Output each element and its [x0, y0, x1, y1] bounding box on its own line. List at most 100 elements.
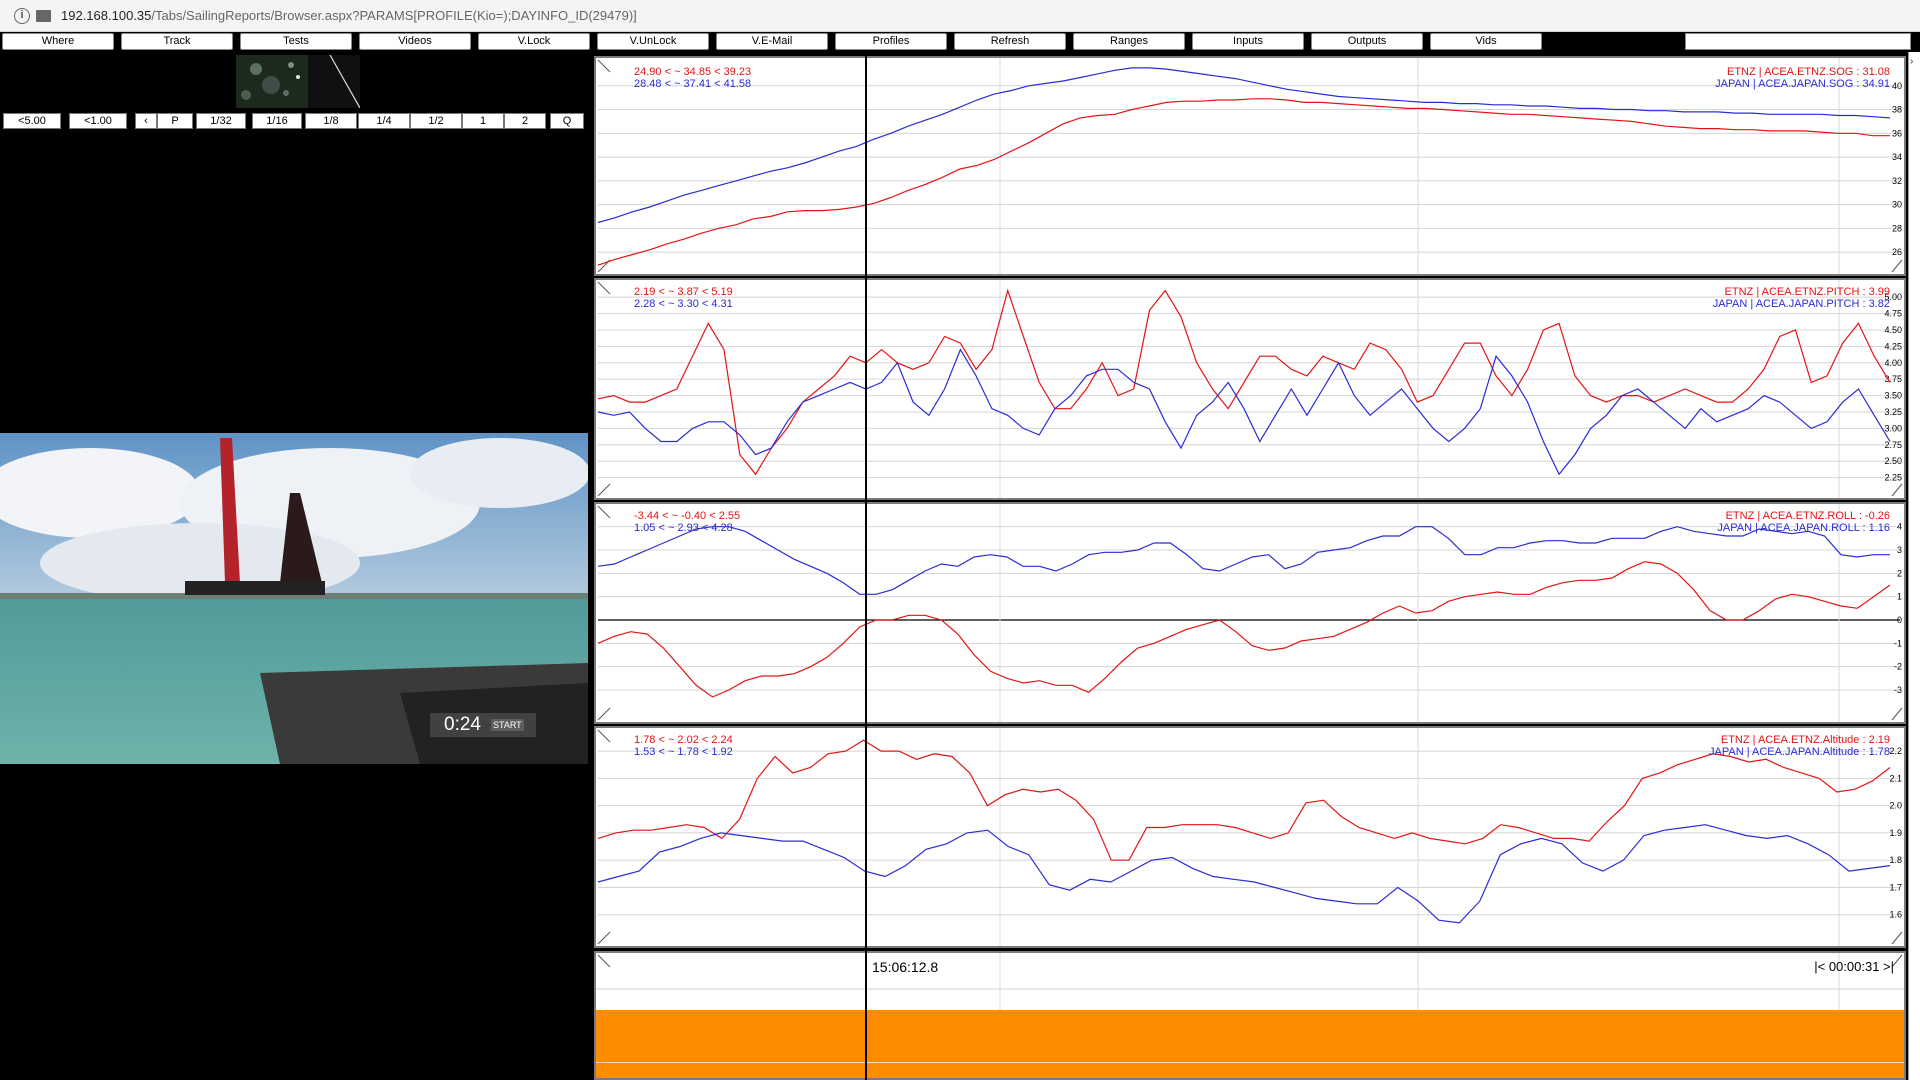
- url-path: /Tabs/SailingReports/Browser.aspx?PARAMS…: [151, 8, 637, 23]
- speed-1-8-button[interactable]: 1/8: [305, 113, 357, 129]
- menu-tests[interactable]: Tests: [240, 33, 352, 50]
- speed-2-button[interactable]: 2: [504, 113, 546, 129]
- y-tick-label: 1.9: [1889, 828, 1902, 838]
- quit-button[interactable]: Q: [550, 113, 584, 129]
- y-tick-label: 4.50: [1884, 325, 1902, 335]
- menu-ranges[interactable]: Ranges: [1073, 33, 1185, 50]
- track-map-thumbnail[interactable]: [236, 54, 361, 109]
- corner-mark: [1891, 707, 1903, 721]
- y-tick-label: 1.7: [1889, 882, 1902, 892]
- y-tick-label: 38: [1892, 105, 1902, 115]
- etnz-pitch-label: ETNZ | ACEA.ETNZ.PITCH : 3.99: [1724, 286, 1890, 298]
- roll-chart[interactable]: 4 3 2 1 0 -1 -2 -3 -3.44 < ~ -0.40 < 2.55 1.05 …: [594, 502, 1906, 724]
- corner-mark: [597, 483, 611, 497]
- y-tick-label: 3.75: [1884, 374, 1902, 384]
- sog-chart-svg: 40 38 36 34 32 30 28 26: [597, 58, 1903, 274]
- speed-1-32-button[interactable]: 1/32: [196, 113, 246, 129]
- timeline-panel[interactable]: 15:06:12.8 |< 00:00:31 >|: [594, 951, 1906, 1080]
- corner-mark: [597, 505, 611, 519]
- menu-refresh[interactable]: Refresh: [954, 33, 1066, 50]
- corner-mark: [597, 281, 611, 295]
- menu-profiles[interactable]: Profiles: [835, 33, 947, 50]
- y-tick-label: 4: [1897, 522, 1902, 532]
- y-tick-label: 2.50: [1884, 456, 1902, 466]
- pitch-chart-svg: 5.004.754.504.254.003.753.503.253.002.75…: [597, 280, 1903, 498]
- timeline-range-bar[interactable]: [596, 1010, 1904, 1078]
- corner-mark: [597, 729, 611, 743]
- menu-vunlock[interactable]: V.UnLock: [597, 33, 709, 50]
- pause-button[interactable]: P: [157, 113, 193, 129]
- scroll-arrow-icon: ›: [1910, 56, 1914, 67]
- y-tick-label: -3: [1894, 685, 1902, 695]
- y-tick-label: 34: [1892, 152, 1902, 162]
- time-cursor-line[interactable]: [865, 56, 867, 1080]
- speed-1-button[interactable]: 1: [462, 113, 504, 129]
- y-tick-label: 1.8: [1889, 855, 1902, 865]
- corner-mark: [597, 59, 611, 73]
- y-tick-label: 3.00: [1884, 423, 1902, 433]
- menu-videos[interactable]: Videos: [359, 33, 471, 50]
- menu-where[interactable]: Where: [2, 33, 114, 50]
- timeline-divider: [596, 1062, 1904, 1063]
- y-tick-label: 28: [1892, 223, 1902, 233]
- info-icon[interactable]: i: [14, 7, 30, 24]
- y-tick-label: -2: [1894, 662, 1902, 672]
- speed-1-16-button[interactable]: 1/16: [252, 113, 302, 129]
- video-timecode: 0:24 START: [430, 713, 536, 737]
- menu-outputs[interactable]: Outputs: [1311, 33, 1423, 50]
- y-tick-label: 2.25: [1884, 473, 1902, 483]
- etnz-series-line: [597, 739, 1891, 861]
- menu-bar: Where Track Tests Videos V.Lock V.UnLock…: [0, 32, 1920, 52]
- japan-series-line: [597, 67, 1891, 224]
- address-bar[interactable]: i 192.168.100.35/Tabs/SailingReports/Bro…: [0, 0, 1920, 32]
- vertical-scrollbar[interactable]: ›: [1908, 52, 1920, 1080]
- japan-series-line: [597, 824, 1891, 924]
- menu-vemail[interactable]: V.E-Mail: [716, 33, 828, 50]
- japan-pitch-range: 2.28 < ~ 3.30 < 4.31: [634, 298, 733, 310]
- step-back-button[interactable]: ‹: [135, 113, 157, 129]
- japan-roll-label: JAPAN | ACEA.JAPAN.ROLL : 1.16: [1717, 522, 1890, 534]
- y-tick-label: 2.75: [1884, 440, 1902, 450]
- japan-roll-range: 1.05 < ~ 2.93 < 4.28: [634, 522, 733, 534]
- speed-back-1-button[interactable]: <1.00: [69, 113, 127, 129]
- japan-altitude-range: 1.53 < ~ 1.78 < 1.92: [634, 746, 733, 758]
- japan-altitude-label: JAPAN | ACEA.JAPAN.Altitude : 1.78: [1709, 746, 1890, 758]
- menu-track[interactable]: Track: [121, 33, 233, 50]
- pitch-chart[interactable]: 5.00 4.75 4.50 4.25 4.00 3.75 3.50 3.25 3.00 2.75…: [594, 278, 1906, 500]
- y-tick-label: 4.75: [1884, 309, 1902, 319]
- speed-1-2-button[interactable]: 1/2: [410, 113, 462, 129]
- timeline-current-time: 15:06:12.8: [872, 959, 939, 975]
- start-badge: START: [490, 719, 524, 731]
- timeline-duration[interactable]: |< 00:00:31 >|: [1814, 959, 1894, 974]
- etnz-series-line: [597, 98, 1890, 266]
- altitude-chart[interactable]: 2.2 2.1 2.0 1.9 1.8 1.7 1.6 1.78 < ~ 2.02 < 2.…: [594, 726, 1906, 948]
- app-window: { "address_bar": { "host": "192.168.100.…: [0, 0, 1920, 1080]
- track-map-svg: [236, 54, 361, 109]
- y-tick-label: 1.6: [1889, 910, 1902, 920]
- etnz-altitude-label: ETNZ | ACEA.ETNZ.Altitude : 2.19: [1720, 734, 1890, 746]
- speed-1-4-button[interactable]: 1/4: [358, 113, 410, 129]
- video-frame[interactable]: 0:24 START: [0, 433, 588, 764]
- video-time-text: 0:24: [444, 714, 481, 735]
- y-tick-label: 2.1: [1889, 773, 1902, 783]
- playback-bar: <5.00 <1.00 ‹ P 1/32 1/16 1/8 1/4 1/2 1 …: [0, 113, 588, 130]
- menu-inputs[interactable]: Inputs: [1192, 33, 1304, 50]
- corner-mark: [1891, 259, 1903, 273]
- menu-vlock[interactable]: V.Lock: [478, 33, 590, 50]
- y-tick-label: 40: [1892, 81, 1902, 91]
- y-tick-label: 32: [1892, 176, 1902, 186]
- corner-mark: [1891, 483, 1903, 497]
- speed-back-5-button[interactable]: <5.00: [3, 113, 61, 129]
- etnz-sog-label: ETNZ | ACEA.ETNZ.SOG : 31.08: [1726, 66, 1890, 78]
- sog-chart[interactable]: 40 38 36 34 32 30 28 26 24.90 < ~ 34.85 < 39.23…: [594, 56, 1906, 276]
- y-tick-label: 1: [1897, 592, 1902, 602]
- japan-sog-label: JAPAN | ACEA.JAPAN.SOG : 34.91: [1715, 78, 1890, 90]
- menu-empty-field[interactable]: [1685, 33, 1911, 50]
- menu-vids[interactable]: Vids: [1430, 33, 1542, 50]
- y-tick-label: 26: [1892, 247, 1902, 257]
- y-tick-label: 0: [1897, 615, 1902, 625]
- url-text[interactable]: 192.168.100.35/Tabs/SailingReports/Brows…: [61, 8, 637, 23]
- y-tick-label: 4.25: [1884, 341, 1902, 351]
- japan-pitch-label: JAPAN | ACEA.JAPAN.PITCH : 3.82: [1712, 298, 1890, 310]
- y-tick-label: 4.00: [1884, 358, 1902, 368]
